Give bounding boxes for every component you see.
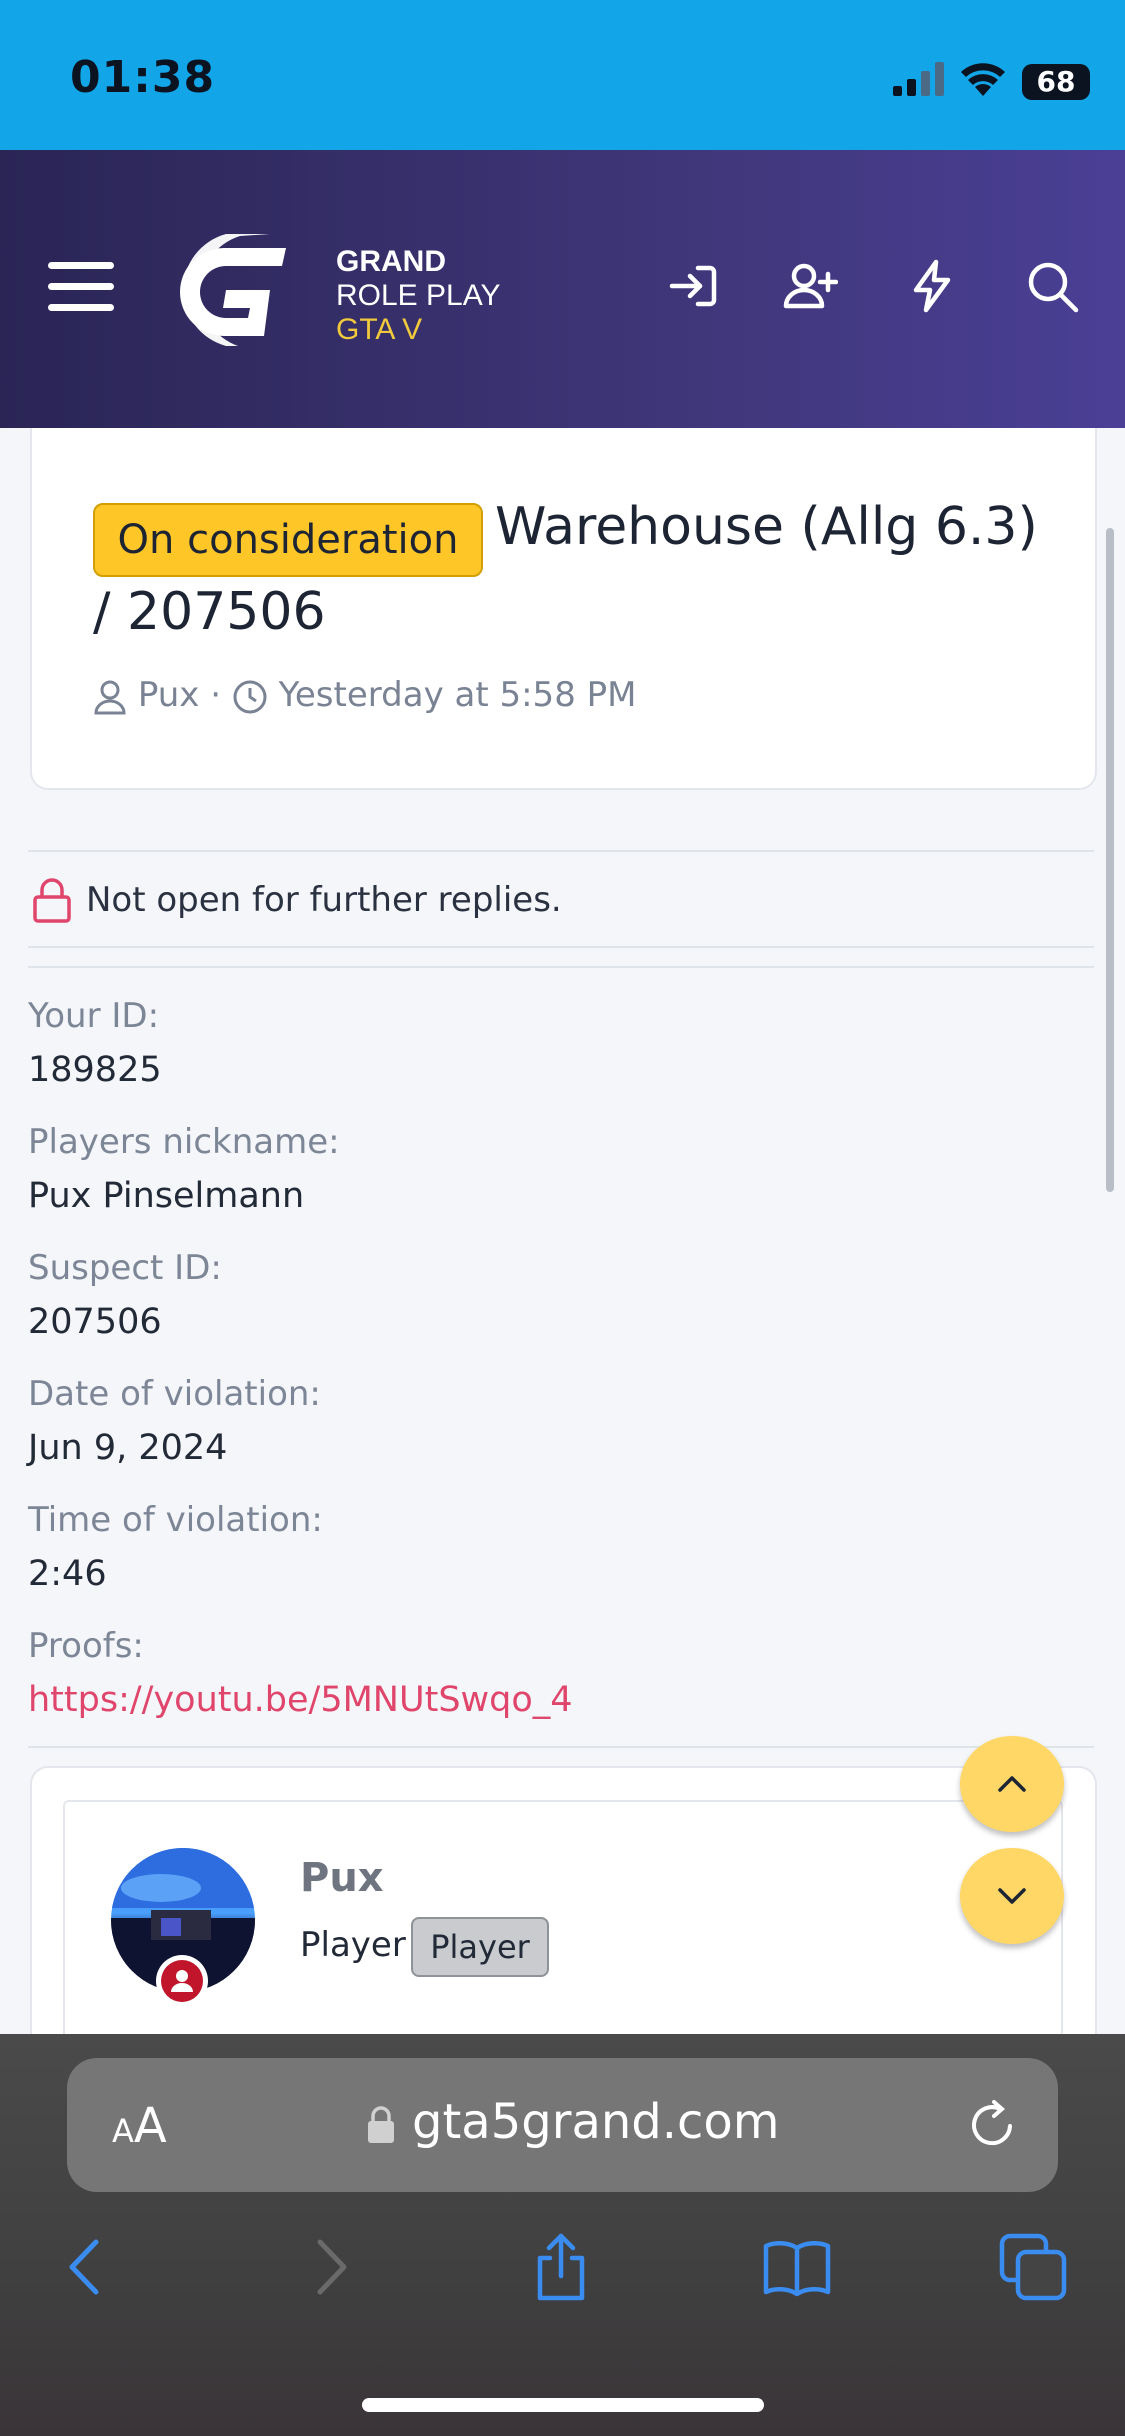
divider [28, 966, 1094, 968]
reload-icon[interactable] [966, 2096, 1020, 2154]
battery-indicator: 68 [1022, 64, 1090, 100]
cellular-signal-icon [893, 62, 944, 96]
field-label-your-id: Your ID: [28, 996, 160, 1036]
divider [28, 850, 1094, 852]
chevron-up-icon [998, 1776, 1026, 1792]
thread-author[interactable]: Pux [138, 675, 200, 715]
bookmarks-icon[interactable] [762, 2232, 832, 2302]
divider [28, 946, 1094, 948]
forward-icon[interactable] [294, 2232, 364, 2302]
tabs-icon[interactable] [998, 2232, 1068, 2302]
online-status-icon [156, 1955, 208, 2007]
secure-lock-icon [368, 2106, 394, 2143]
post-username[interactable]: Pux [300, 1855, 384, 1901]
user-role-badge: Player [411, 1917, 549, 1977]
reader-settings-button[interactable]: AA [112, 2098, 167, 2154]
field-label-nickname: Players nickname: [28, 1122, 340, 1162]
share-icon[interactable] [526, 2232, 596, 2302]
scroll-down-button[interactable] [960, 1848, 1064, 1944]
thread-date[interactable]: Yesterday at 5:58 PM [279, 675, 637, 715]
thread-title-continued: / 207506 [93, 582, 326, 642]
register-icon[interactable] [782, 258, 838, 314]
search-icon[interactable] [1024, 258, 1080, 314]
field-label-time: Time of violation: [28, 1500, 323, 1540]
proof-link[interactable]: https://youtu.be/5MNUtSwqo_4 [28, 1680, 573, 1720]
post-user-title: Player [300, 1925, 406, 1965]
url-text[interactable]: gta5grand.com [412, 2094, 780, 2150]
logo-line-roleplay: ROLE PLAY [336, 279, 501, 312]
divider [28, 1746, 1094, 1748]
locked-notice: Not open for further replies. [86, 880, 562, 920]
whats-new-icon[interactable] [904, 258, 960, 314]
field-label-date: Date of violation: [28, 1374, 321, 1414]
field-value-your-id: 189825 [28, 1050, 162, 1090]
thread-title: Warehouse (Allg 6.3) [495, 497, 1038, 557]
site-logo-text[interactable]: GRAND ROLE PLAY GTA V [336, 245, 501, 347]
back-icon[interactable] [52, 2232, 122, 2302]
clock-icon [233, 680, 267, 713]
home-indicator[interactable] [362, 2398, 764, 2412]
scroll-up-button[interactable] [960, 1736, 1064, 1832]
menu-icon[interactable] [48, 262, 114, 314]
field-label-proofs: Proofs: [28, 1626, 144, 1666]
battery-level: 68 [1036, 65, 1076, 98]
logo-line-gtav: GTA V [336, 313, 423, 346]
thread-status-badge[interactable]: On consideration [93, 503, 483, 577]
field-value-time: 2:46 [28, 1554, 107, 1594]
aa-large: A [133, 2098, 167, 2154]
aa-small: A [112, 2112, 134, 2150]
chevron-down-icon [998, 1888, 1026, 1904]
lock-icon [33, 878, 71, 923]
grand-logo-icon[interactable] [166, 232, 292, 348]
logo-line-grand: GRAND [336, 245, 446, 278]
field-value-nickname: Pux Pinselmann [28, 1176, 305, 1216]
page-scrollbar[interactable] [1106, 528, 1114, 1192]
status-time: 01:38 [70, 52, 216, 103]
login-icon[interactable] [666, 258, 722, 314]
meta-separator: · [210, 675, 222, 715]
wifi-icon [961, 63, 1005, 96]
field-value-suspect-id: 207506 [28, 1302, 162, 1342]
thread-meta: Pux · Yesterday at 5:58 PM [93, 675, 636, 715]
field-value-date: Jun 9, 2024 [28, 1428, 228, 1468]
field-label-suspect-id: Suspect ID: [28, 1248, 222, 1288]
user-icon [94, 680, 126, 714]
